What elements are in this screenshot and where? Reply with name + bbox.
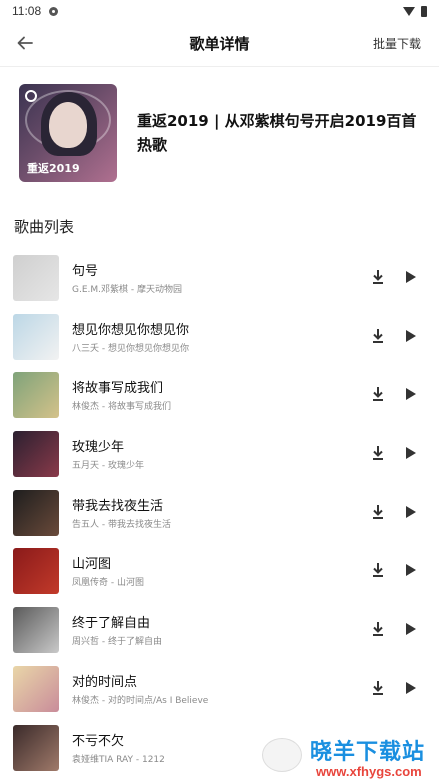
- download-icon[interactable]: [370, 620, 386, 638]
- back-button[interactable]: [10, 28, 40, 58]
- play-icon[interactable]: [402, 562, 418, 578]
- status-bar: 11:08: [0, 0, 439, 22]
- song-thumbnail: [13, 372, 59, 419]
- download-icon[interactable]: [370, 385, 386, 403]
- download-icon[interactable]: [370, 503, 386, 521]
- app-bar: 歌单详情 批量下载: [0, 22, 439, 64]
- wifi-icon: [403, 6, 415, 16]
- song-row[interactable]: 山河图 凤凰传奇 - 山河图: [0, 541, 439, 600]
- song-artist-album: G.E.M.邓紫棋 - 摩天动物园: [72, 285, 182, 295]
- song-artist-album: 袁娅维TIA RAY - 1212: [72, 754, 165, 765]
- song-title: 将故事写成我们: [72, 381, 164, 397]
- song-artist-album: 五月天 - 玫瑰少年: [72, 461, 144, 472]
- song-row[interactable]: 带我去找夜生活 告五人 - 带我去找夜生活: [0, 483, 439, 542]
- playlist-header: 重返2019 重返2019 | 从邓紫棋句号开启2019百首热歌: [0, 67, 439, 195]
- song-artist-album: 告五人 - 带我去找夜生活: [72, 519, 171, 530]
- song-row[interactable]: 想见你想见你想见你 八三夭 - 想见你想见你想见你: [0, 307, 439, 366]
- song-title: 山河图: [72, 557, 112, 573]
- cover-logo-icon: [25, 90, 37, 102]
- song-artist-album: 凤凰传奇 - 山河图: [72, 578, 144, 589]
- song-thumbnail: [13, 255, 59, 301]
- status-time: 11:08: [12, 4, 42, 18]
- download-icon[interactable]: [370, 679, 386, 697]
- play-icon[interactable]: [402, 621, 418, 637]
- cover-label: 重返2019: [27, 162, 80, 175]
- song-row[interactable]: 对的时间点 林俊杰 - 对的时间点/As I Believe: [0, 659, 439, 718]
- song-list: 句号 G.E.M.邓紫棋 - 摩天动物园 想见你想见你想见你 八三夭 - 想见你…: [0, 248, 439, 776]
- playlist-title: 重返2019 | 从邓紫棋句号开启2019百首热歌: [137, 112, 417, 154]
- download-icon[interactable]: [370, 561, 386, 579]
- song-thumbnail: [13, 548, 59, 595]
- site-watermark: 晓羊下载站 www.xfhygs.com: [256, 734, 439, 782]
- song-title: 终于了解自由: [72, 616, 151, 632]
- song-thumbnail: [13, 607, 59, 654]
- download-icon[interactable]: [370, 268, 386, 286]
- sheep-logo-icon: [262, 738, 302, 772]
- song-row[interactable]: 句号 G.E.M.邓紫棋 - 摩天动物园: [0, 248, 439, 307]
- song-title: 想见你想见你想见你: [72, 322, 190, 338]
- play-icon[interactable]: [402, 680, 418, 696]
- song-thumbnail: [13, 431, 59, 478]
- play-icon[interactable]: [402, 445, 418, 461]
- play-icon[interactable]: [402, 504, 418, 520]
- song-list-heading: 歌曲列表: [14, 218, 75, 236]
- watermark-text: 晓羊下载站: [310, 740, 426, 765]
- watermark-url: www.xfhygs.com: [316, 764, 422, 779]
- notification-icon: [49, 6, 59, 16]
- song-thumbnail: [13, 665, 59, 712]
- song-artist-album: 八三夭 - 想见你想见你想见你: [72, 343, 189, 354]
- song-row[interactable]: 将故事写成我们 林俊杰 - 将故事写成我们: [0, 365, 439, 424]
- back-arrow-icon: [17, 36, 33, 50]
- song-row[interactable]: 终于了解自由 周兴哲 - 终于了解自由: [0, 600, 439, 659]
- playlist-cover: 重返2019: [19, 84, 117, 182]
- batch-download-button[interactable]: 批量下载: [373, 35, 421, 52]
- song-title: 对的时间点: [72, 674, 138, 690]
- song-title: 句号: [72, 264, 99, 279]
- song-thumbnail: [13, 489, 59, 536]
- song-thumbnail: [13, 313, 59, 360]
- song-artist-album: 周兴哲 - 终于了解自由: [72, 637, 162, 648]
- battery-icon: [421, 5, 427, 17]
- song-artist-album: 林俊杰 - 对的时间点/As I Believe: [72, 695, 209, 706]
- play-icon[interactable]: [402, 269, 418, 285]
- song-thumbnail: [13, 724, 59, 771]
- play-icon[interactable]: [402, 328, 418, 344]
- song-artist-album: 林俊杰 - 将故事写成我们: [72, 402, 171, 413]
- play-icon[interactable]: [402, 386, 418, 402]
- song-title: 不亏不欠: [72, 733, 125, 749]
- song-title: 玫瑰少年: [72, 440, 125, 456]
- download-icon[interactable]: [370, 327, 386, 345]
- download-icon[interactable]: [370, 444, 386, 462]
- song-title: 带我去找夜生活: [72, 498, 164, 514]
- song-row[interactable]: 玫瑰少年 五月天 - 玫瑰少年: [0, 424, 439, 483]
